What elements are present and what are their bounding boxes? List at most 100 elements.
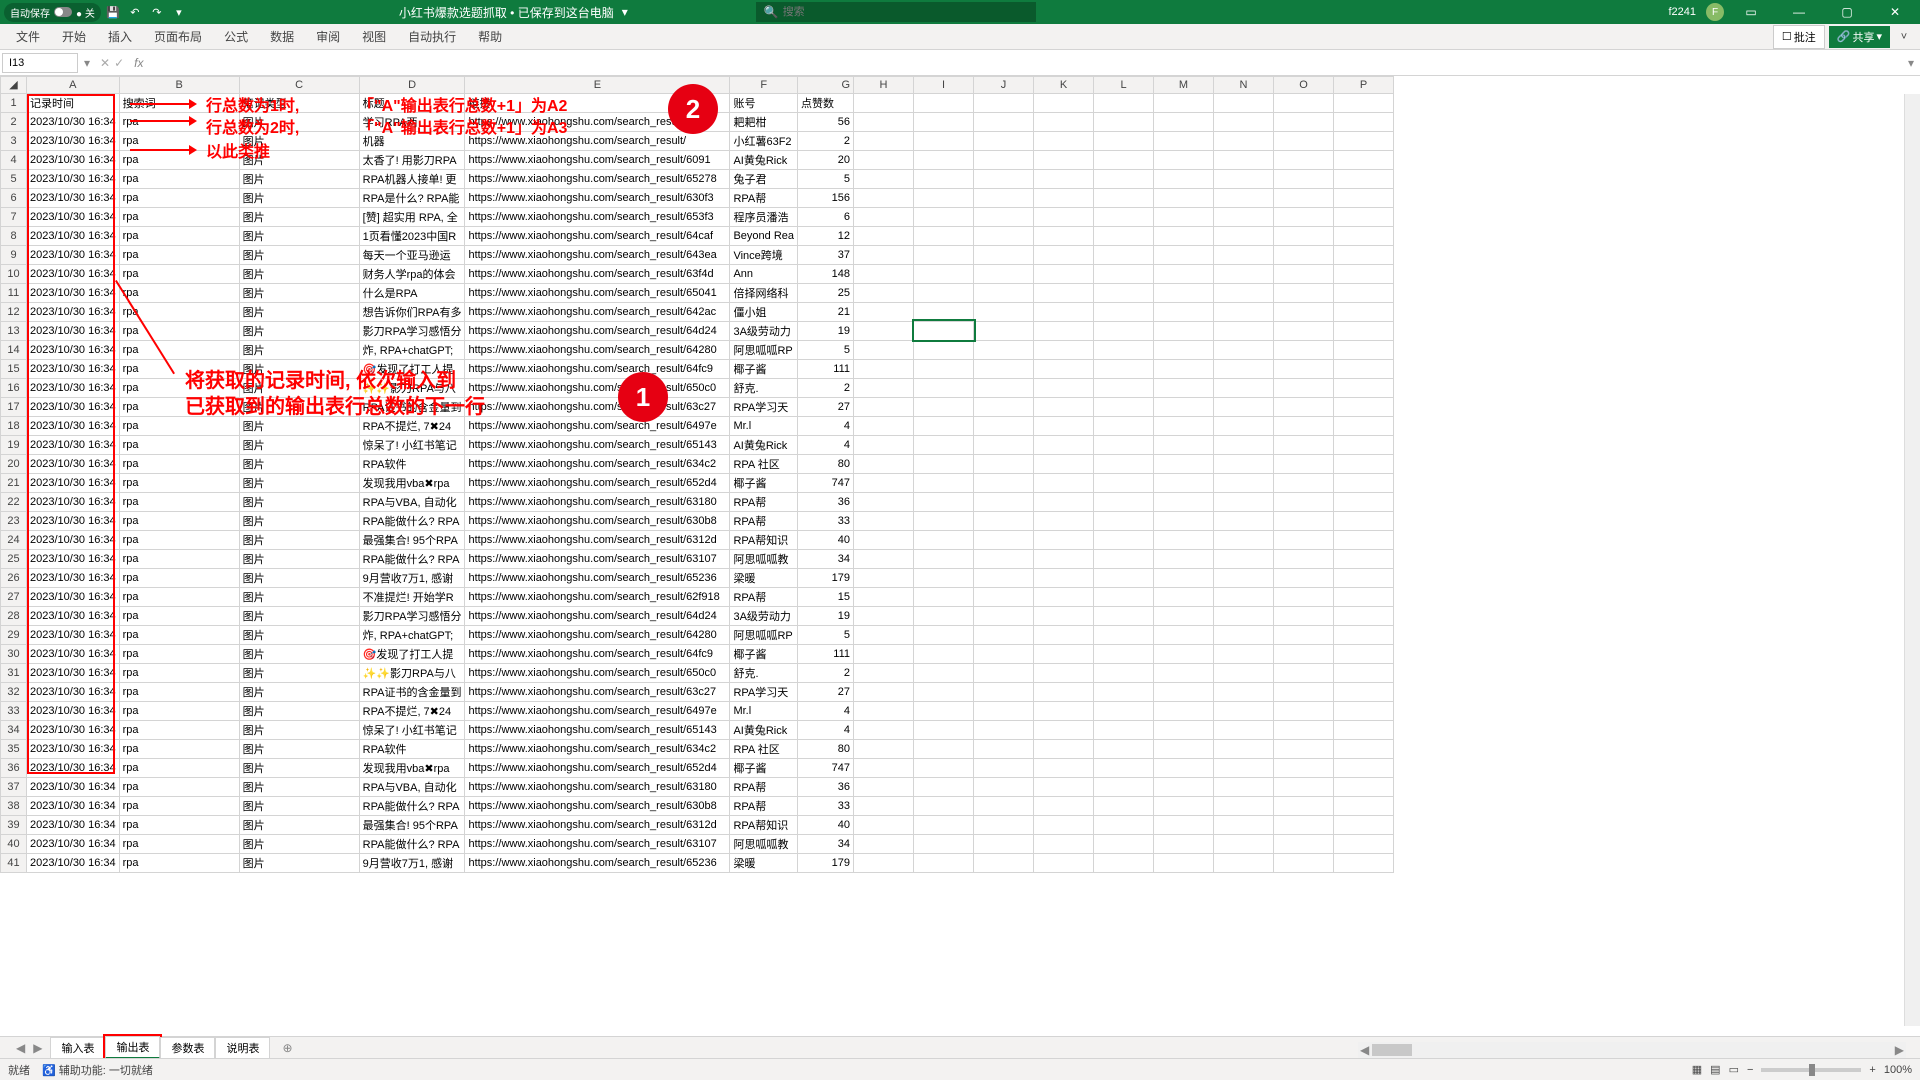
tab-automate[interactable]: 自动执行 — [398, 24, 466, 49]
row-header[interactable]: 34 — [1, 720, 27, 739]
cell[interactable]: https://www.xiaohongshu.com/search_resul… — [465, 606, 730, 625]
cell[interactable] — [854, 511, 914, 530]
row-header[interactable]: 14 — [1, 340, 27, 359]
cell[interactable] — [854, 549, 914, 568]
row-header[interactable]: 20 — [1, 454, 27, 473]
cell[interactable]: 图片 — [239, 625, 359, 644]
ribbon-mode-icon[interactable]: ▭ — [1730, 0, 1772, 24]
row-header[interactable]: 5 — [1, 169, 27, 188]
row-header[interactable]: 28 — [1, 606, 27, 625]
cell[interactable]: 2023/10/30 16:34 — [27, 568, 120, 587]
cell[interactable]: 图片 — [239, 207, 359, 226]
cell[interactable]: rpa — [119, 644, 239, 663]
cell[interactable] — [854, 720, 914, 739]
row-header[interactable]: 6 — [1, 188, 27, 207]
cell[interactable]: 2023/10/30 16:34 — [27, 834, 120, 853]
cell[interactable]: rpa — [119, 378, 239, 397]
col-header-J[interactable]: J — [974, 77, 1034, 94]
col-header-I[interactable]: I — [914, 77, 974, 94]
cell[interactable] — [914, 302, 974, 321]
search-input[interactable] — [783, 6, 1028, 18]
cell[interactable]: 图片 — [239, 853, 359, 872]
cell[interactable] — [914, 834, 974, 853]
cell[interactable]: 图片 — [239, 112, 359, 131]
cell[interactable]: https://www.xiaohongshu.com/search_resul… — [465, 834, 730, 853]
cell[interactable] — [854, 815, 914, 834]
cell[interactable]: RPA 社区 — [730, 739, 798, 758]
cell[interactable]: rpa — [119, 150, 239, 169]
cell[interactable] — [854, 264, 914, 283]
cell[interactable]: 图片 — [239, 720, 359, 739]
cell[interactable] — [854, 530, 914, 549]
cell[interactable] — [854, 378, 914, 397]
cell[interactable]: https://www.xiaohongshu.com/search_resul… — [465, 644, 730, 663]
cell[interactable]: https://www.xiaohongshu.com/search_resul… — [465, 682, 730, 701]
cell[interactable]: 2023/10/30 16:34 — [27, 131, 120, 150]
cell[interactable]: https://www.xiaohongshu.com/search_resul… — [465, 131, 730, 150]
cell[interactable]: 🎯发现了打工人提 — [359, 359, 465, 378]
cell[interactable]: 阿思呱呱RP — [730, 340, 798, 359]
horizontal-scrollbar[interactable]: ◀▶ — [1358, 1042, 1906, 1058]
cell[interactable]: 图片 — [239, 435, 359, 454]
cell[interactable]: RPA帮 — [730, 511, 798, 530]
cell[interactable]: 4 — [798, 701, 854, 720]
row-header[interactable]: 35 — [1, 739, 27, 758]
sheet-tab-readme[interactable]: 说明表 — [215, 1037, 270, 1058]
cell[interactable] — [914, 606, 974, 625]
cell[interactable] — [914, 568, 974, 587]
cell[interactable]: 图片 — [239, 473, 359, 492]
cell[interactable]: 2023/10/30 16:34 — [27, 264, 120, 283]
row-header[interactable]: 36 — [1, 758, 27, 777]
cell[interactable] — [914, 625, 974, 644]
cell[interactable]: https://www.xiaohongshu.com/search_resul… — [465, 511, 730, 530]
cell[interactable] — [914, 131, 974, 150]
cell[interactable]: [赞] 超实用 RPA, 全 — [359, 207, 465, 226]
cell[interactable]: 椰子酱 — [730, 758, 798, 777]
cell[interactable]: RPA是什么? RPA能 — [359, 188, 465, 207]
cell[interactable]: 梁暖 — [730, 568, 798, 587]
cell[interactable]: RPA与VBA, 自动化 — [359, 777, 465, 796]
cell[interactable] — [914, 188, 974, 207]
cell[interactable]: https://www.xiaohongshu.com/search_resul… — [465, 150, 730, 169]
cell[interactable]: Mr.l — [730, 701, 798, 720]
cell[interactable] — [914, 283, 974, 302]
sheet-tab-input[interactable]: 输入表 — [50, 1037, 105, 1058]
cell[interactable]: 图片 — [239, 397, 359, 416]
user-name[interactable]: f2241 — [1664, 4, 1700, 20]
cell[interactable]: rpa — [119, 606, 239, 625]
cell[interactable]: 阿思呱呱RP — [730, 625, 798, 644]
cell[interactable]: https://www.xiaohongshu.com/search_resul… — [465, 112, 730, 131]
cell[interactable]: https://www.xiaohongshu.com/search_resul… — [465, 359, 730, 378]
cell[interactable]: Vince跨境 — [730, 245, 798, 264]
cell[interactable]: https://www.xiaohongshu.com/search_resul… — [465, 207, 730, 226]
row-header[interactable]: 10 — [1, 264, 27, 283]
cell[interactable]: https://www.xiaohongshu.com/search_resul… — [465, 245, 730, 264]
cell[interactable] — [854, 245, 914, 264]
cell[interactable]: AI黄兔Rick — [730, 150, 798, 169]
cell[interactable] — [914, 530, 974, 549]
cell[interactable]: 2 — [798, 131, 854, 150]
row-header[interactable]: 39 — [1, 815, 27, 834]
cell[interactable]: 2023/10/30 16:34 — [27, 720, 120, 739]
cell[interactable]: 27 — [798, 397, 854, 416]
row-header[interactable]: 41 — [1, 853, 27, 872]
cell[interactable]: 🎯发现了打工人提 — [359, 644, 465, 663]
row-header[interactable]: 23 — [1, 511, 27, 530]
cell[interactable] — [914, 701, 974, 720]
cell[interactable]: 炸, RPA+chatGPT; — [359, 625, 465, 644]
cell[interactable]: 2023/10/30 16:34 — [27, 207, 120, 226]
cell[interactable]: 2023/10/30 16:34 — [27, 112, 120, 131]
cell[interactable]: 2023/10/30 16:34 — [27, 549, 120, 568]
cell[interactable]: https://www.xiaohongshu.com/search_resul… — [465, 739, 730, 758]
spreadsheet-grid[interactable]: ◢ A B C D E F G H I J K L M N O P 1 记录时间… — [0, 76, 1394, 873]
cell[interactable]: rpa — [119, 777, 239, 796]
redo-icon[interactable]: ↷ — [147, 2, 167, 22]
row-header[interactable]: 8 — [1, 226, 27, 245]
row-header[interactable]: 4 — [1, 150, 27, 169]
cell[interactable]: https://www.xiaohongshu.com/search_resul… — [465, 663, 730, 682]
cell[interactable]: rpa — [119, 226, 239, 245]
cell[interactable]: 太香了! 用影刀RPA — [359, 150, 465, 169]
cell[interactable]: 2023/10/30 16:34 — [27, 663, 120, 682]
row-header[interactable]: 2 — [1, 112, 27, 131]
row-header[interactable]: 40 — [1, 834, 27, 853]
